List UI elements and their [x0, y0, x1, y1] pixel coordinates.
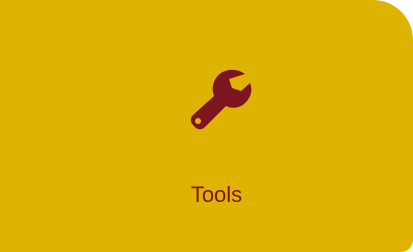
tools-tile[interactable]: Tools	[0, 0, 413, 252]
tile-label: Tools	[190, 182, 243, 207]
wrench-icon	[181, 64, 255, 134]
